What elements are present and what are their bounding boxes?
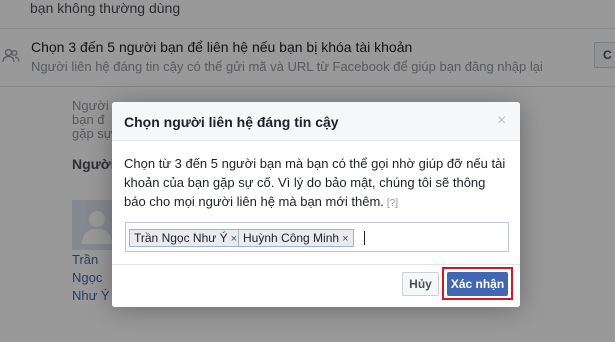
friend-token: Trần Ngọc Như Ý × <box>129 229 243 247</box>
remove-token-icon[interactable]: × <box>342 233 348 245</box>
friend-token: Huỳnh Công Minh × <box>238 229 354 247</box>
dialog-body-text: Chọn từ 3 đến 5 người bạn mà bạn có thể … <box>124 156 506 209</box>
dialog-header: Chọn người liên hệ đáng tin cậy × <box>112 102 520 141</box>
friend-token-label: Huỳnh Công Minh <box>243 231 340 245</box>
help-link[interactable]: [?] <box>387 198 398 209</box>
text-caret <box>364 231 365 245</box>
friend-token-input[interactable]: Trần Ngọc Như Ý × Huỳnh Công Minh × <box>125 222 509 252</box>
close-icon[interactable]: × <box>497 113 506 129</box>
trusted-contacts-dialog: Chọn người liên hệ đáng tin cậy × Chọn t… <box>112 102 520 307</box>
remove-token-icon[interactable]: × <box>231 233 237 245</box>
friend-token-label: Trần Ngọc Như Ý <box>134 231 228 245</box>
confirm-button[interactable]: Xác nhận <box>447 272 508 296</box>
dialog-body: Chọn từ 3 đến 5 người bạn mà bạn có thể … <box>124 154 510 213</box>
dialog-title: Chọn người liên hệ đáng tin cậy <box>124 114 339 130</box>
cancel-button[interactable]: Hủy <box>402 272 439 296</box>
